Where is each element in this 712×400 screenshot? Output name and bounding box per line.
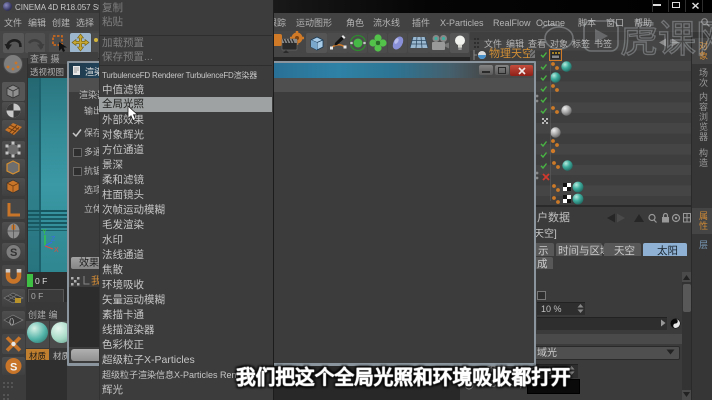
svg-text:(): () xyxy=(9,317,15,326)
svg-text:S: S xyxy=(10,247,17,259)
svg-text:虎课网: 虎课网 xyxy=(620,19,712,59)
svg-text:Y: Y xyxy=(42,229,47,236)
svg-text:S: S xyxy=(10,362,17,374)
svg-text:Z: Z xyxy=(51,236,56,243)
svg-text:X: X xyxy=(54,247,59,254)
